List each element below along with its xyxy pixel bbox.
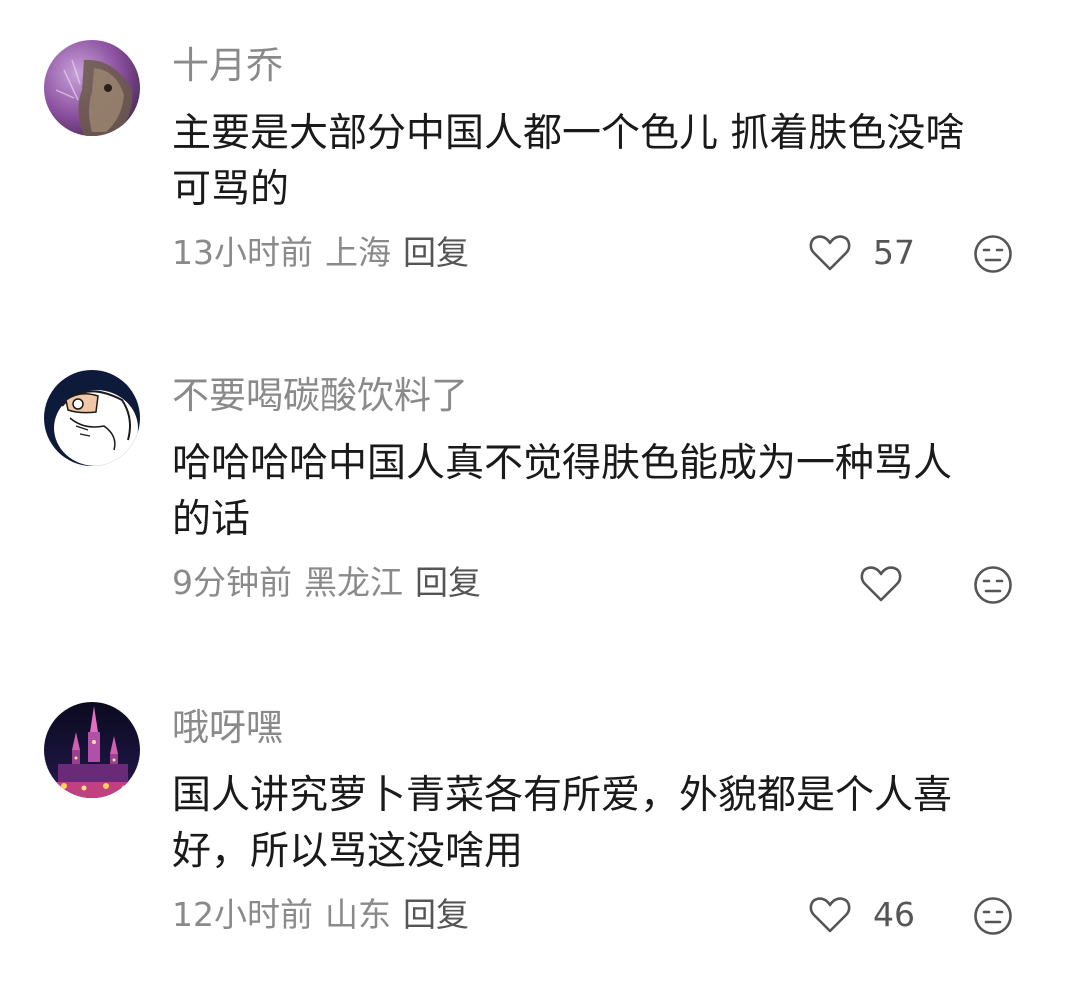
comment-item: 十月乔 主要是大部分中国人都一个色儿 抓着肤色没啥 可骂的 13小时前 上海 回复 …	[0, 0, 1078, 300]
neutral-face-icon[interactable]	[973, 565, 1013, 605]
comment-item: 不要喝碳酸饮料了 哈哈哈哈中国人真不觉得肤色能成为一种骂人 的话 9分钟前 黑龙江…	[0, 330, 1078, 630]
reply-button[interactable]: 回复	[403, 233, 469, 272]
location: 上海	[325, 233, 391, 272]
reply-button[interactable]: 回复	[415, 563, 481, 602]
like-button[interactable]: 46	[809, 895, 915, 935]
timestamp: 13小时前	[172, 233, 313, 272]
neutral-face-icon[interactable]	[973, 234, 1013, 274]
reply-button[interactable]: 回复	[403, 895, 469, 934]
timestamp: 9分钟前	[172, 563, 292, 602]
username[interactable]: 十月乔	[172, 44, 283, 88]
comment-meta: 12小时前 山东 回复	[172, 895, 481, 935]
comment-item: 哦呀嘿 国人讲究萝卜青菜各有所爱，外貌都是个人喜 好，所以骂这没啥用 12小时前…	[0, 662, 1078, 962]
comment-text: 哈哈哈哈中国人真不觉得肤色能成为一种骂人 的话	[172, 441, 953, 542]
heart-outline-icon	[809, 897, 851, 933]
location: 山东	[325, 895, 391, 934]
comment-meta: 9分钟前 黑龙江 回复	[172, 563, 493, 603]
heart-outline-icon	[860, 566, 902, 602]
username[interactable]: 哦呀嘿	[172, 706, 283, 750]
like-button[interactable]	[860, 564, 902, 604]
comment-text: 国人讲究萝卜青菜各有所爱，外貌都是个人喜 好，所以骂这没啥用	[172, 773, 953, 874]
neutral-face-icon[interactable]	[973, 896, 1013, 936]
like-count: 46	[873, 895, 915, 934]
comment-text: 主要是大部分中国人都一个色儿 抓着肤色没啥 可骂的	[172, 111, 965, 212]
timestamp: 12小时前	[172, 895, 313, 934]
avatar[interactable]	[44, 702, 140, 798]
like-count: 57	[873, 233, 915, 272]
username[interactable]: 不要喝碳酸饮料了	[172, 374, 468, 418]
avatar[interactable]	[44, 370, 140, 466]
comment-meta: 13小时前 上海 回复	[172, 233, 481, 273]
like-button[interactable]: 57	[809, 233, 915, 273]
heart-outline-icon	[809, 235, 851, 271]
avatar[interactable]	[44, 40, 140, 136]
location: 黑龙江	[304, 563, 403, 602]
